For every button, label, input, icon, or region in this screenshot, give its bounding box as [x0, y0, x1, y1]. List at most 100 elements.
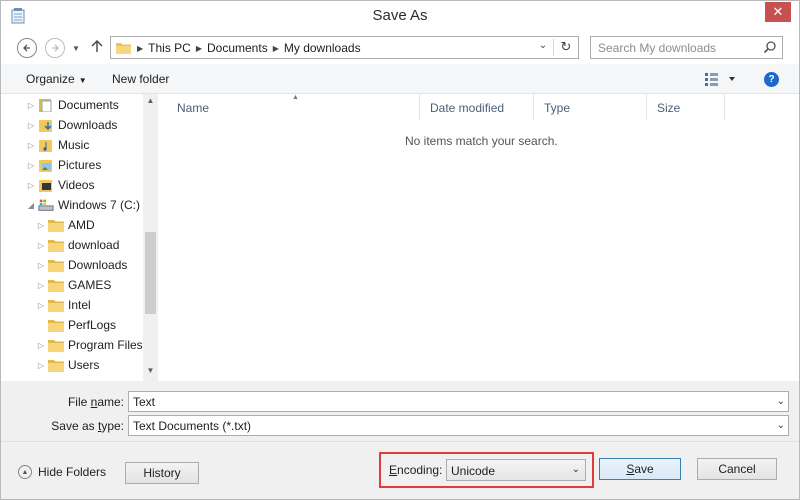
- refresh-icon[interactable]: ↻: [558, 39, 574, 55]
- column-header-type[interactable]: Type: [534, 94, 647, 120]
- tree-item[interactable]: ◢ Windows 7 (C:): [26, 195, 140, 215]
- chevron-right-icon[interactable]: ▶: [137, 44, 143, 53]
- tree-item-label: PerfLogs: [68, 318, 117, 332]
- expand-arrow-icon[interactable]: ▷: [36, 241, 46, 250]
- folder-icon: [48, 358, 64, 372]
- scroll-down-icon[interactable]: ▼: [143, 366, 158, 375]
- chevron-down-icon[interactable]: ⌄: [572, 464, 580, 475]
- expand-arrow-icon[interactable]: ▷: [36, 221, 46, 230]
- tree-item[interactable]: ▷ GAMES: [36, 275, 111, 295]
- help-icon[interactable]: ?: [764, 72, 779, 87]
- history-button[interactable]: History: [125, 462, 199, 484]
- expand-arrow-icon[interactable]: ▷: [36, 281, 46, 290]
- tree-item-label: Videos: [58, 178, 95, 192]
- tree-item-label: Intel: [68, 298, 91, 312]
- folder-icon: [48, 218, 64, 232]
- tree-item[interactable]: ▷ Pictures: [26, 155, 101, 175]
- search-icon[interactable]: [763, 40, 777, 54]
- expand-arrow-icon[interactable]: ▷: [26, 161, 36, 170]
- column-header-size[interactable]: Size: [647, 94, 725, 120]
- tree-item[interactable]: ▷ Program Files: [36, 335, 143, 355]
- folder-icon: [48, 338, 64, 352]
- change-view-icon[interactable]: [704, 71, 736, 87]
- pictures-icon: [38, 158, 54, 172]
- label-part: ave: [634, 462, 654, 476]
- address-history-dropdown-icon[interactable]: ⌄: [535, 40, 551, 51]
- label-part: ncoding:: [397, 463, 443, 477]
- encoding-select[interactable]: Unicode ⌄: [446, 459, 586, 481]
- recent-locations-dropdown-icon[interactable]: ▼: [72, 44, 80, 53]
- search-input[interactable]: Search My downloads: [590, 36, 783, 59]
- title-bar[interactable]: Save As ✕: [1, 1, 799, 32]
- folder-icon: [48, 278, 64, 292]
- expand-arrow-icon[interactable]: ▷: [36, 341, 46, 350]
- tree-item[interactable]: ▷ Videos: [26, 175, 94, 195]
- folder-icon: [48, 238, 64, 252]
- chevron-down-icon[interactable]: ⌄: [777, 396, 785, 407]
- label-part: ype:: [101, 419, 124, 433]
- forward-button[interactable]: [45, 38, 65, 58]
- file-list[interactable]: Name ▲ Date modified Type Size No items …: [159, 94, 799, 381]
- tree-item[interactable]: ▷ Documents: [26, 95, 119, 115]
- expand-arrow-icon[interactable]: ▷: [26, 141, 36, 150]
- tree-item[interactable]: ▷ Users: [36, 355, 99, 375]
- save-as-type-value: Text Documents (*.txt): [133, 419, 252, 433]
- videos-icon: [38, 178, 54, 192]
- tree-item[interactable]: ▷ AMD: [36, 215, 95, 235]
- tree-item-label: AMD: [68, 218, 95, 232]
- save-button[interactable]: Save: [599, 458, 681, 480]
- column-header-date-modified[interactable]: Date modified: [420, 94, 534, 120]
- back-button[interactable]: [17, 38, 37, 58]
- tree-item[interactable]: ▷ download: [36, 235, 119, 255]
- save-as-dialog: Save As ✕ ▼ ▶ This PC ▶ Documents ▶ My d…: [0, 0, 800, 500]
- tree-item[interactable]: PerfLogs: [36, 315, 116, 335]
- file-name-label: File name:: [1, 395, 124, 409]
- breadcrumb-documents[interactable]: Documents: [207, 41, 268, 55]
- label-part: File: [67, 395, 91, 409]
- expand-arrow-icon[interactable]: ▷: [36, 361, 46, 370]
- scrollbar-thumb[interactable]: [145, 232, 156, 314]
- search-placeholder: Search My downloads: [598, 41, 717, 55]
- tree-item[interactable]: ▷ Downloads: [26, 115, 117, 135]
- up-one-level-button[interactable]: [91, 39, 103, 56]
- expand-arrow-icon[interactable]: ▷: [26, 121, 36, 130]
- navigation-pane-scrollbar[interactable]: ▲ ▼: [143, 94, 158, 381]
- scroll-up-icon[interactable]: ▲: [143, 96, 158, 105]
- breadcrumb-this-pc[interactable]: This PC: [148, 41, 191, 55]
- expand-arrow-icon[interactable]: ▷: [26, 101, 36, 110]
- encoding-value: Unicode: [451, 464, 496, 478]
- browser-area: ▷ Documents ▷ Downloads ▷ Music ▷ Pictures ▷ Vide…: [1, 94, 799, 381]
- hide-folders-label: Hide Folders: [38, 465, 107, 479]
- tree-item[interactable]: ▷ Downloads: [36, 255, 127, 275]
- file-name-input[interactable]: Text ⌄: [128, 391, 789, 412]
- chevron-right-icon[interactable]: ▶: [273, 44, 279, 53]
- downloads-icon: [38, 118, 54, 132]
- chevron-down-icon[interactable]: ⌄: [777, 420, 785, 431]
- save-as-type-select[interactable]: Text Documents (*.txt) ⌄: [128, 415, 789, 436]
- dialog-title: Save As: [372, 7, 428, 24]
- navigation-bar: ▼ ▶ This PC ▶ Documents ▶ My downloads ⌄…: [1, 32, 799, 64]
- file-name-value: Text: [133, 395, 156, 409]
- chevron-right-icon[interactable]: ▶: [196, 44, 202, 53]
- tree-item-label: Users: [68, 358, 100, 372]
- expand-arrow-icon[interactable]: ▷: [36, 301, 46, 310]
- organize-menu-button[interactable]: Organize ▼: [26, 72, 87, 86]
- hide-folders-button[interactable]: ▲ Hide Folders: [18, 465, 106, 479]
- forward-arrow-icon: [52, 44, 59, 52]
- encoding-label: Encoding:: [389, 463, 442, 477]
- new-folder-button[interactable]: New folder: [112, 72, 169, 86]
- expand-arrow-icon[interactable]: ▷: [26, 181, 36, 190]
- tree-item[interactable]: ▷ Music: [26, 135, 89, 155]
- expand-arrow-icon[interactable]: ▷: [36, 261, 46, 270]
- expand-arrow-icon[interactable]: ◢: [26, 201, 36, 210]
- breadcrumb-my-downloads[interactable]: My downloads: [284, 41, 361, 55]
- drive-icon: [38, 198, 54, 212]
- organize-label: Organize: [26, 72, 75, 86]
- close-button[interactable]: ✕: [765, 2, 791, 22]
- address-bar[interactable]: ▶ This PC ▶ Documents ▶ My downloads ⌄ ↻: [110, 36, 579, 59]
- navigation-pane: ▷ Documents ▷ Downloads ▷ Music ▷ Pictures ▷ Vide…: [1, 94, 158, 381]
- sort-ascending-icon: ▲: [292, 94, 299, 101]
- tree-item[interactable]: ▷ Intel: [36, 295, 91, 315]
- dialog-footer: ▲ Hide Folders History Encoding: Unicode…: [1, 441, 799, 499]
- cancel-button[interactable]: Cancel: [697, 458, 777, 480]
